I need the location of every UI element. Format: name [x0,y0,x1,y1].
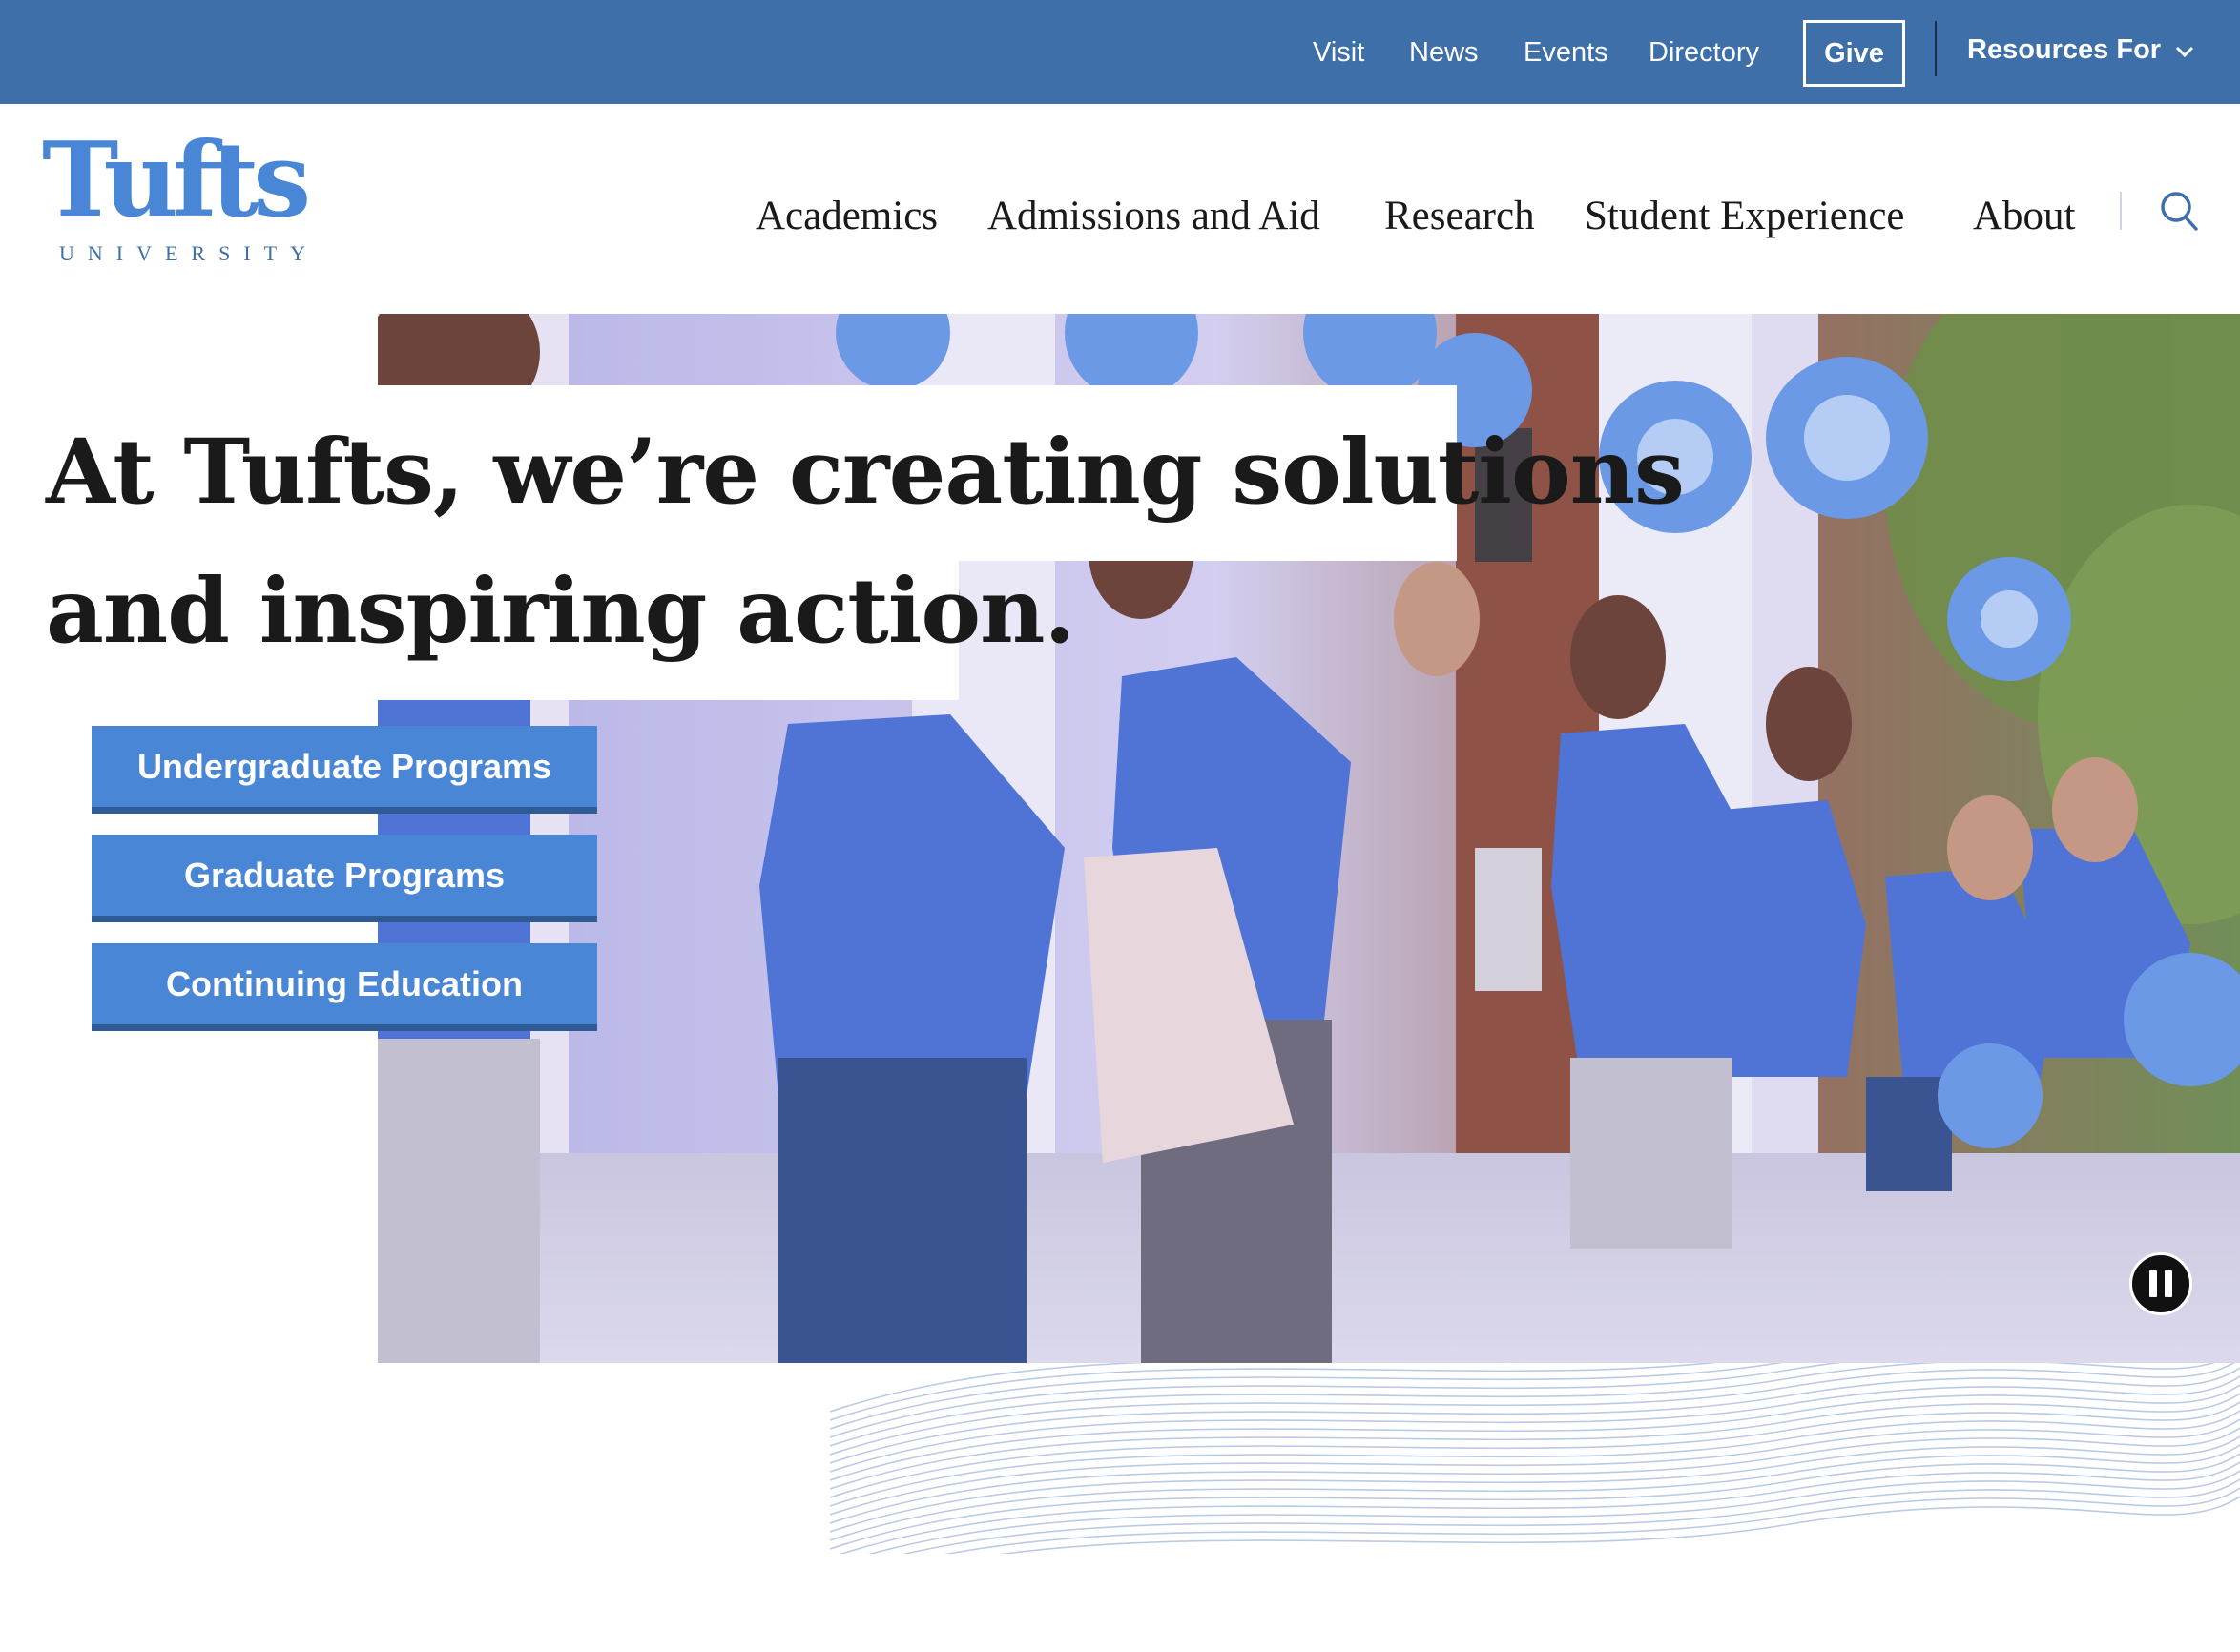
hero-headline: At Tufts, we’re creating solutions and i… [46,403,1685,681]
main-header: Tufts UNIVERSITY Academics Admissions an… [0,104,2240,314]
tufts-logo[interactable]: Tufts UNIVERSITY [42,129,319,279]
utility-divider [1935,21,1937,76]
give-button[interactable]: Give [1803,20,1905,87]
nav-divider [2120,192,2122,230]
pause-icon [2149,1270,2172,1297]
logo-wordmark: Tufts [42,120,311,240]
nav-academics[interactable]: Academics [756,192,938,241]
utility-link-visit[interactable]: Visit [1313,32,1364,72]
undergraduate-programs-label: Undergraduate Programs [136,746,552,786]
search-icon [2158,192,2200,237]
give-button-label: Give [1824,37,1884,69]
nav-about[interactable]: About [1973,192,2076,241]
resources-for-label: Resources For [1967,33,2162,65]
hero-headline-line2: and inspiring action. [46,559,1075,664]
logo-subtitle: UNIVERSITY [59,241,319,265]
nav-research[interactable]: Research [1384,192,1535,241]
continuing-education-label: Continuing Education [166,963,523,1003]
video-pause-button[interactable] [2129,1252,2192,1315]
continuing-education-button[interactable]: Continuing Education [92,943,597,1031]
hero-headline-line1: At Tufts, we’re creating solutions [46,420,1685,525]
nav-admissions-and-aid[interactable]: Admissions and Aid [987,192,1320,241]
graduate-programs-label: Graduate Programs [183,855,506,895]
resources-for-dropdown[interactable]: Resources For [1967,27,2195,72]
undergraduate-programs-button[interactable]: Undergraduate Programs [92,726,597,814]
utility-link-events[interactable]: Events [1524,32,1608,72]
chevron-down-icon [2174,34,2195,66]
graduate-programs-button[interactable]: Graduate Programs [92,835,597,922]
utility-link-news[interactable]: News [1409,32,1479,72]
search-button[interactable] [2158,188,2200,234]
nav-student-experience[interactable]: Student Experience [1585,192,1905,241]
utility-bar: Visit News Events Directory Give Resourc… [0,0,2240,104]
decorative-wave-pattern [830,1363,2240,1554]
utility-link-directory[interactable]: Directory [1649,32,1759,72]
